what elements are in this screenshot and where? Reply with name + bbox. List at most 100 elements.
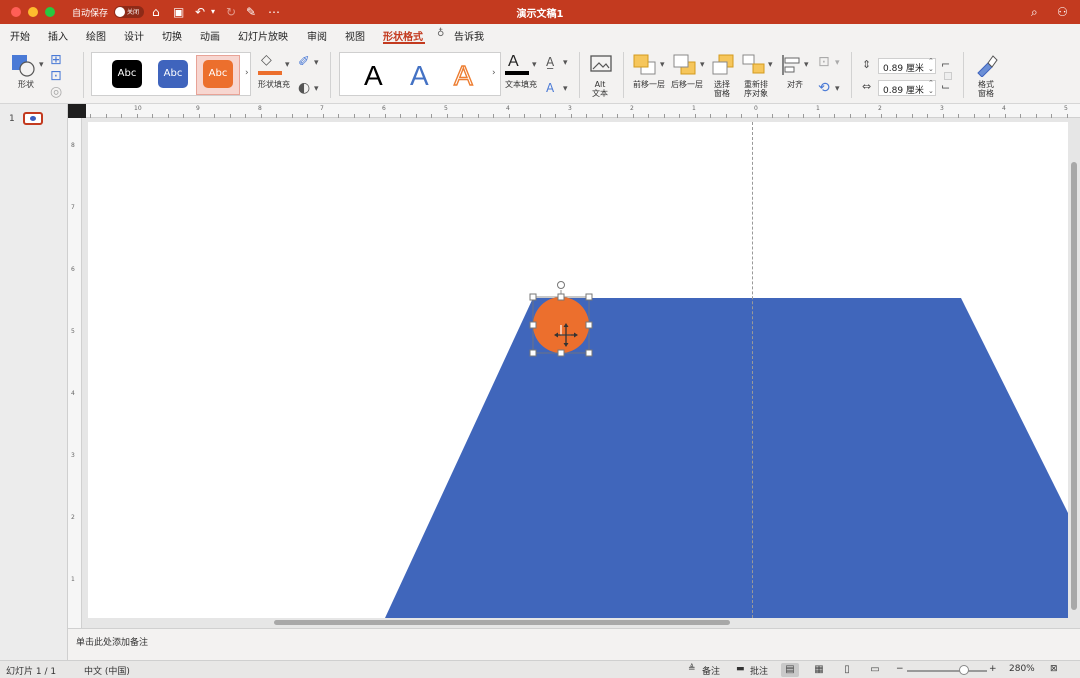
reading-view-button[interactable]: ▯	[838, 663, 856, 677]
rotate-handle[interactable]	[557, 281, 565, 289]
normal-view-button[interactable]: ▤	[781, 663, 799, 677]
slide-sorter-button[interactable]: ▦	[810, 663, 828, 677]
horizontal-ruler: 10 9 8 7 6 5 4 3 2 1 0 1 2 3 4 5	[86, 104, 1080, 118]
shape-style-orange[interactable]: Abc	[203, 60, 233, 88]
align-icon[interactable]	[780, 53, 804, 77]
rotate-icon[interactable]: ⟲	[818, 80, 830, 96]
wordart-style-blue[interactable]: A	[410, 61, 429, 91]
tab-home[interactable]: 开始	[10, 28, 30, 43]
resize-handle-e[interactable]	[585, 321, 593, 329]
slideshow-button[interactable]: ▭	[866, 663, 884, 677]
search-icon[interactable]: ⌕	[1031, 4, 1038, 20]
slide-counter: 幻灯片 1 / 1	[6, 667, 57, 677]
text-outline-icon[interactable]: A̲	[546, 54, 554, 70]
shapes-icon[interactable]	[10, 52, 38, 78]
tab-tell-me[interactable]: 告诉我	[454, 28, 484, 43]
vertical-scrollbar[interactable]	[1071, 162, 1077, 610]
slide-canvas[interactable]	[88, 122, 1068, 618]
alt-text-icon[interactable]	[589, 54, 613, 74]
shape-style-black[interactable]: Abc	[112, 60, 142, 88]
ruler-tick-label: 4	[1002, 105, 1006, 112]
format-pane-icon[interactable]	[974, 53, 1000, 77]
tab-draw[interactable]: 绘图	[86, 28, 106, 43]
lock-aspect-icon[interactable]	[944, 72, 952, 80]
tab-transitions[interactable]: 切换	[162, 28, 182, 43]
chevron-down-icon[interactable]: ▾	[285, 60, 290, 70]
chevron-down-icon[interactable]: ▾	[563, 58, 568, 68]
zoom-out-button[interactable]: −	[896, 664, 904, 674]
crop-corner-icon[interactable]: ⌐	[941, 57, 950, 73]
blue-trapezoid-shape[interactable]	[385, 298, 1068, 618]
slide-thumbnail[interactable]	[23, 112, 43, 125]
shape-style-blue[interactable]: Abc	[158, 60, 188, 88]
chevron-down-icon[interactable]: ▾	[768, 60, 773, 70]
group-icon[interactable]: ⊡	[818, 54, 830, 70]
bring-forward-icon[interactable]	[632, 53, 658, 77]
ruler-tick-label: 7	[320, 105, 324, 112]
shape-effects-icon[interactable]: ◐	[298, 80, 310, 96]
wordart-style-orange-outline[interactable]: A	[453, 60, 473, 91]
tab-insert[interactable]: 插入	[48, 28, 68, 43]
resize-handle-nw[interactable]	[529, 293, 537, 301]
tab-shape-format[interactable]: 形状格式	[383, 28, 423, 43]
resize-handle-w[interactable]	[529, 321, 537, 329]
slide-editor[interactable]	[82, 118, 1080, 628]
shape-outline-icon[interactable]: ✐	[298, 54, 310, 70]
zoom-in-button[interactable]: +	[989, 664, 997, 674]
resize-handle-ne[interactable]	[585, 293, 593, 301]
notes-pane[interactable]: 单击此处添加备注	[68, 628, 1080, 660]
ruler-tick-label: 1	[816, 105, 820, 112]
resize-handle-se[interactable]	[585, 349, 593, 357]
merge-shapes-icon[interactable]: ◎	[50, 84, 62, 100]
width-value: 0.89 厘米	[883, 86, 924, 96]
notes-toggle-icon[interactable]: ≜	[688, 664, 696, 674]
chevron-down-icon[interactable]: ▾	[835, 58, 840, 68]
comments-toggle[interactable]: 批注	[750, 664, 768, 677]
share-person-icon[interactable]: ⚇	[1057, 4, 1068, 20]
comments-icon[interactable]: ▬	[736, 664, 745, 674]
resize-handle-s[interactable]	[557, 349, 565, 357]
resize-handle-sw[interactable]	[529, 349, 537, 357]
text-box-icon[interactable]: ⊡	[50, 68, 62, 84]
text-effects-icon[interactable]: A	[546, 80, 554, 96]
chevron-down-icon[interactable]: ▾	[39, 60, 44, 70]
notes-placeholder[interactable]: 单击此处添加备注	[76, 635, 148, 648]
tab-design[interactable]: 设计	[124, 28, 144, 43]
tab-view[interactable]: 视图	[345, 28, 365, 43]
gallery-next-icon[interactable]: ›	[245, 68, 249, 78]
height-stepper[interactable]: ⌃ ⌄	[928, 57, 934, 73]
tab-slideshow[interactable]: 幻灯片放映	[238, 28, 288, 43]
width-stepper[interactable]: ⌃ ⌄	[928, 79, 934, 95]
zoom-slider-thumb[interactable]	[959, 665, 969, 675]
chevron-down-icon[interactable]: ▾	[804, 60, 809, 70]
chevron-down-icon[interactable]: ▾	[563, 84, 568, 94]
zoom-level[interactable]: 280%	[1009, 664, 1035, 674]
send-backward-icon[interactable]	[672, 53, 698, 77]
shape-fill-color-bar	[258, 71, 282, 75]
edit-shape-icon[interactable]: ⊞	[50, 52, 62, 68]
chevron-down-icon[interactable]: ▾	[660, 60, 665, 70]
chevron-down-icon[interactable]: ▾	[314, 58, 319, 68]
chevron-down-icon[interactable]: ▾	[700, 60, 705, 70]
crop-corner-icon-2[interactable]: ⌙	[941, 79, 950, 95]
language-indicator[interactable]: 中文 (中国)	[84, 664, 130, 677]
text-fill-icon[interactable]: A	[508, 54, 519, 70]
chevron-down-icon[interactable]: ▾	[314, 84, 319, 94]
paint-bucket-icon[interactable]: ◇	[261, 52, 272, 68]
fit-to-window-icon[interactable]: ⊠	[1050, 664, 1058, 674]
horizontal-scrollbar[interactable]	[274, 620, 730, 625]
selection-pane-icon[interactable]	[711, 53, 735, 77]
zoom-slider-track[interactable]	[907, 670, 987, 672]
reorder-objects-icon[interactable]	[741, 53, 767, 77]
chevron-down-icon[interactable]: ▾	[835, 84, 840, 94]
gallery-next-icon[interactable]: ›	[492, 68, 496, 78]
wordart-style-black[interactable]: A	[364, 61, 383, 91]
send-backward-label: 后移一层	[671, 80, 703, 89]
tab-animations[interactable]: 动画	[200, 28, 220, 43]
shape-styles-gallery: Abc Abc Abc	[91, 52, 251, 96]
notes-toggle[interactable]: 备注	[702, 664, 720, 677]
chevron-down-icon[interactable]: ▾	[532, 60, 537, 70]
height-icon: ⇕	[862, 58, 872, 71]
tab-review[interactable]: 审阅	[307, 28, 327, 43]
resize-handle-n[interactable]	[557, 293, 565, 301]
